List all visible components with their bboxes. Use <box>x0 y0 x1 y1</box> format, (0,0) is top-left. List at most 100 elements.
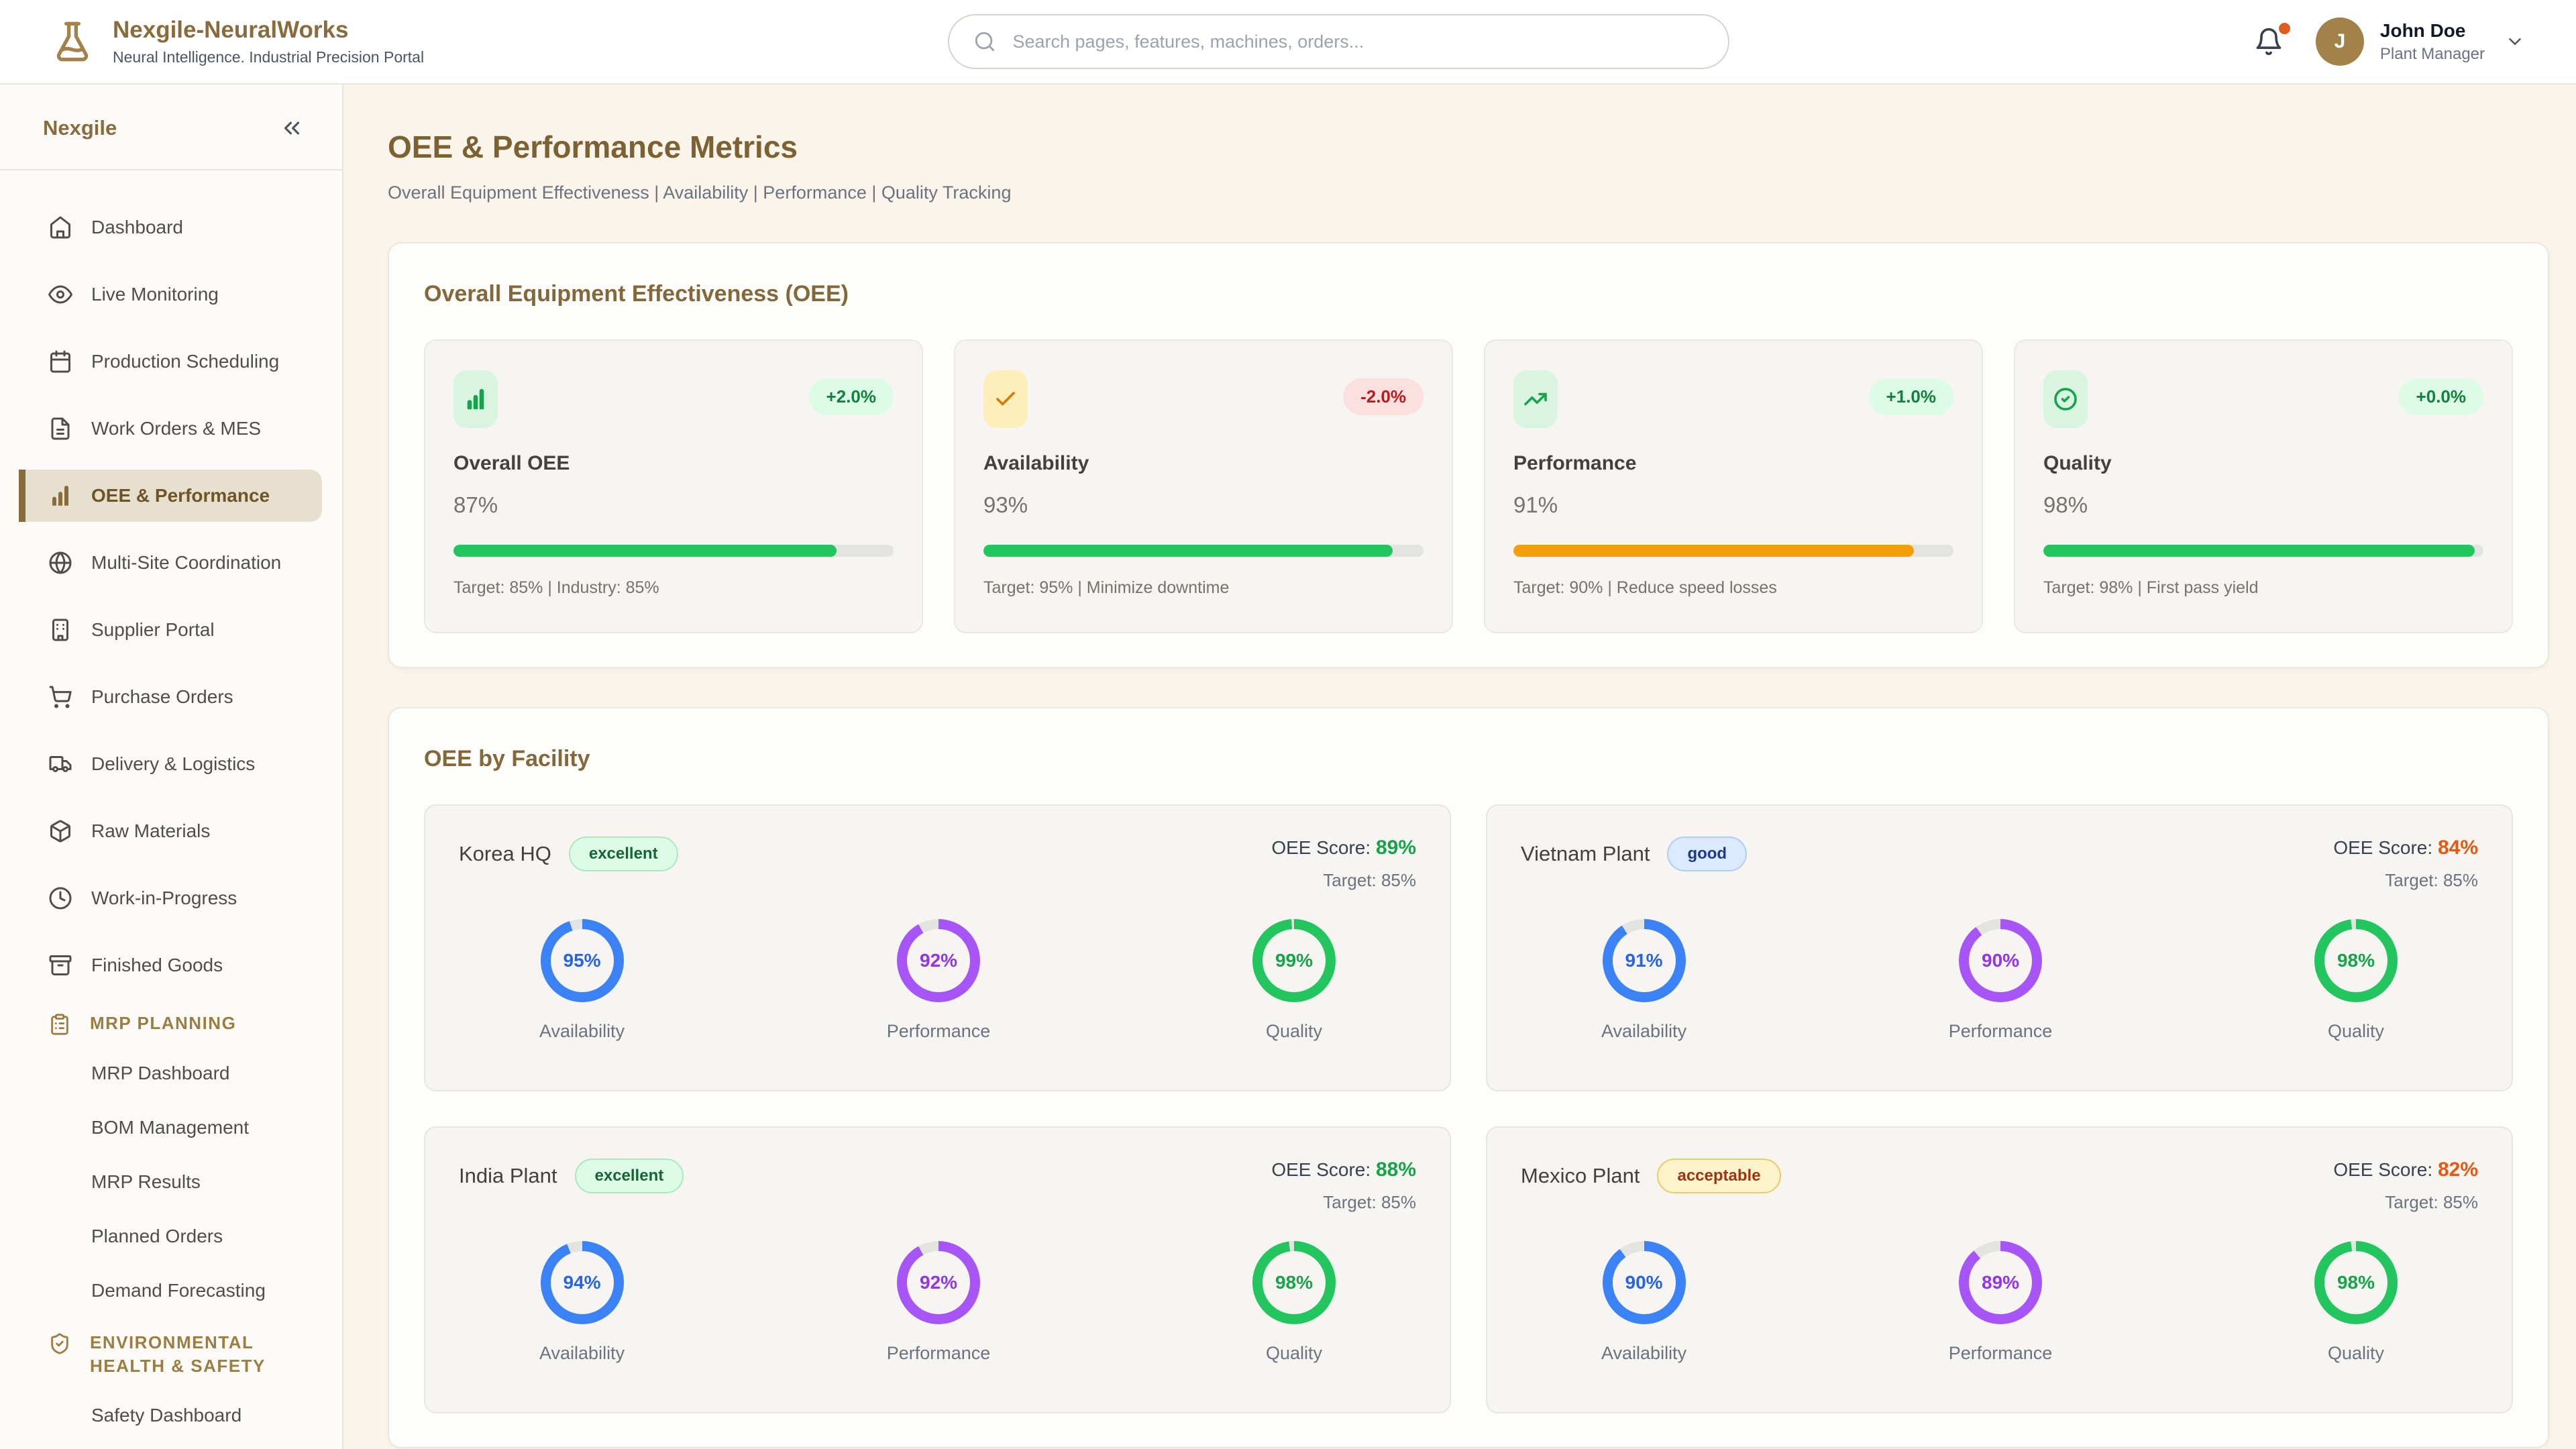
sidebar-item-demand-forecasting[interactable]: Demand Forecasting <box>19 1271 322 1311</box>
sidebar-item-label: Production Scheduling <box>91 351 280 372</box>
metric-footer: Target: 90% | Reduce speed losses <box>1513 578 1777 597</box>
oee-target: Target: 85% <box>1323 870 1416 890</box>
trending-up-icon <box>1513 370 1558 428</box>
ring-availability: 91% Availability <box>1601 919 1686 1042</box>
oee-panel-title: Overall Equipment Effectiveness (OEE) <box>424 281 849 307</box>
donut-ring: 90% <box>1959 919 2043 1002</box>
metric-name: Performance <box>1513 452 1637 474</box>
sidebar-item-label: Delivery & Logistics <box>91 753 256 774</box>
progress-bar <box>1513 545 1953 557</box>
oee-score-label: OEE Score: <box>1271 1159 1371 1180</box>
donut-ring: 91% <box>1602 919 1686 1002</box>
sidebar-item-finished-goods[interactable]: Finished Goods <box>19 939 322 991</box>
ring-performance: 92% Performance <box>887 1241 990 1364</box>
page-subtitle: Overall Equipment Effectiveness | Availa… <box>388 182 1012 203</box>
oee-score-label: OEE Score: <box>2333 837 2433 858</box>
sidebar-sub-label: MRP Results <box>91 1171 201 1192</box>
truck-icon <box>48 752 72 776</box>
ring-label: Performance <box>1948 1021 2053 1041</box>
ring-value: 98% <box>1275 1272 1313 1293</box>
sidebar-item-mrp-dashboard[interactable]: MRP Dashboard <box>19 1053 322 1093</box>
ring-value: 99% <box>1275 950 1313 971</box>
file-text-icon <box>48 417 72 441</box>
ring-label: Availability <box>1601 1021 1687 1041</box>
progress-fill <box>1513 545 1914 557</box>
page-title: OEE & Performance Metrics <box>388 129 798 164</box>
sidebar-item-supplier-portal[interactable]: Supplier Portal <box>19 604 322 656</box>
ring-value: 91% <box>1625 950 1663 971</box>
status-badge: excellent <box>568 837 678 871</box>
donut-ring: 92% <box>897 919 981 1002</box>
donut-ring: 98% <box>1252 1241 1336 1324</box>
sidebar-item-delivery-logistics[interactable]: Delivery & Logistics <box>19 738 322 790</box>
sidebar-item-work-orders[interactable]: Work Orders & MES <box>19 402 322 455</box>
oee-score-value: 89% <box>1375 837 1416 859</box>
oee-score-value: 88% <box>1375 1159 1416 1181</box>
oee-score-value: 84% <box>2437 837 2478 859</box>
ring-quality: 98% Quality <box>2314 1241 2398 1364</box>
globe-icon <box>48 551 72 575</box>
oee-score: OEE Score: 84% <box>2333 837 2478 859</box>
sidebar-item-safety-dashboard[interactable]: Safety Dashboard <box>19 1395 322 1436</box>
section-label: ENVIRONMENTAL HEALTH & SAFETY <box>90 1332 266 1377</box>
sidebar-item-mrp-results[interactable]: MRP Results <box>19 1162 322 1202</box>
progress-bar <box>983 545 1424 557</box>
ring-label: Performance <box>886 1021 991 1041</box>
sidebar-item-purchase-orders[interactable]: Purchase Orders <box>19 671 322 723</box>
sidebar-collapse-button[interactable] <box>279 115 305 141</box>
sidebar-item-planned-orders[interactable]: Planned Orders <box>19 1216 322 1256</box>
metric-value: 87% <box>453 492 498 517</box>
sidebar-item-label: Live Monitoring <box>91 284 219 305</box>
user-menu[interactable]: J John Doe Plant Manager <box>2315 17 2525 66</box>
search-icon <box>973 30 996 53</box>
sidebar: Nexgile Dashboard Live Monitoring Produc… <box>0 85 343 1449</box>
search-input[interactable] <box>1011 30 1705 53</box>
progress-bar <box>2043 545 2483 557</box>
metric-value: 93% <box>983 492 1028 517</box>
home-icon <box>48 215 72 239</box>
sidebar-item-label: Finished Goods <box>91 955 223 975</box>
facility-card-vietnam-plant: Vietnam Plant good OEE Score: 84% Target… <box>1486 804 2513 1091</box>
ring-label: Availability <box>539 1343 625 1363</box>
donut-ring: 90% <box>1602 1241 1686 1324</box>
sidebar-section-mrp-planning: MRP PLANNING <box>19 1012 322 1036</box>
metric-name: Quality <box>2043 452 2112 474</box>
archive-icon <box>48 953 72 977</box>
top-right-cluster: J John Doe Plant Manager <box>2254 17 2525 66</box>
user-role: Plant Manager <box>2379 44 2485 63</box>
metric-footer: Target: 98% | First pass yield <box>2043 578 2259 597</box>
metric-card-availability: -2.0% Availability 93% Target: 95% | Min… <box>954 339 1453 633</box>
sidebar-item-label: Supplier Portal <box>91 619 215 640</box>
donut-ring: 98% <box>2314 1241 2398 1324</box>
ring-value: 90% <box>1625 1272 1663 1293</box>
sidebar-item-raw-materials[interactable]: Raw Materials <box>19 805 322 857</box>
progress-fill <box>983 545 1393 557</box>
ring-value: 98% <box>2337 1272 2375 1293</box>
ring-quality: 98% Quality <box>1252 1241 1336 1364</box>
ring-label: Availability <box>539 1021 625 1041</box>
facility-name: Korea HQ <box>459 842 551 865</box>
bar-chart-icon <box>48 484 72 508</box>
ring-value: 90% <box>1982 950 2020 971</box>
oee-target: Target: 85% <box>2385 870 2478 890</box>
facility-card-mexico-plant: Mexico Plant acceptable OEE Score: 82% T… <box>1486 1126 2513 1413</box>
status-badge: good <box>1667 837 1748 871</box>
sidebar-item-dashboard[interactable]: Dashboard <box>19 201 322 254</box>
sidebar-item-bom-management[interactable]: BOM Management <box>19 1108 322 1148</box>
oee-target: Target: 85% <box>1323 1192 1416 1212</box>
ring-availability: 94% Availability <box>539 1241 625 1364</box>
notifications-button[interactable] <box>2254 23 2290 56</box>
sidebar-item-live-monitoring[interactable]: Live Monitoring <box>19 268 322 321</box>
sidebar-sub-label: MRP Dashboard <box>91 1063 230 1083</box>
ring-value: 94% <box>563 1272 601 1293</box>
sidebar-item-multi-site[interactable]: Multi-Site Coordination <box>19 537 322 589</box>
sidebar-item-work-in-progress[interactable]: Work-in-Progress <box>19 872 322 924</box>
sidebar-item-oee-performance[interactable]: OEE & Performance <box>19 470 322 522</box>
sidebar-item-production-scheduling[interactable]: Production Scheduling <box>19 335 322 388</box>
global-search[interactable] <box>948 14 1730 69</box>
eye-icon <box>48 282 72 307</box>
metric-footer: Target: 85% | Industry: 85% <box>453 578 659 597</box>
package-icon <box>48 819 72 843</box>
ring-performance: 89% Performance <box>1949 1241 2052 1364</box>
metric-name: Availability <box>983 452 1089 474</box>
